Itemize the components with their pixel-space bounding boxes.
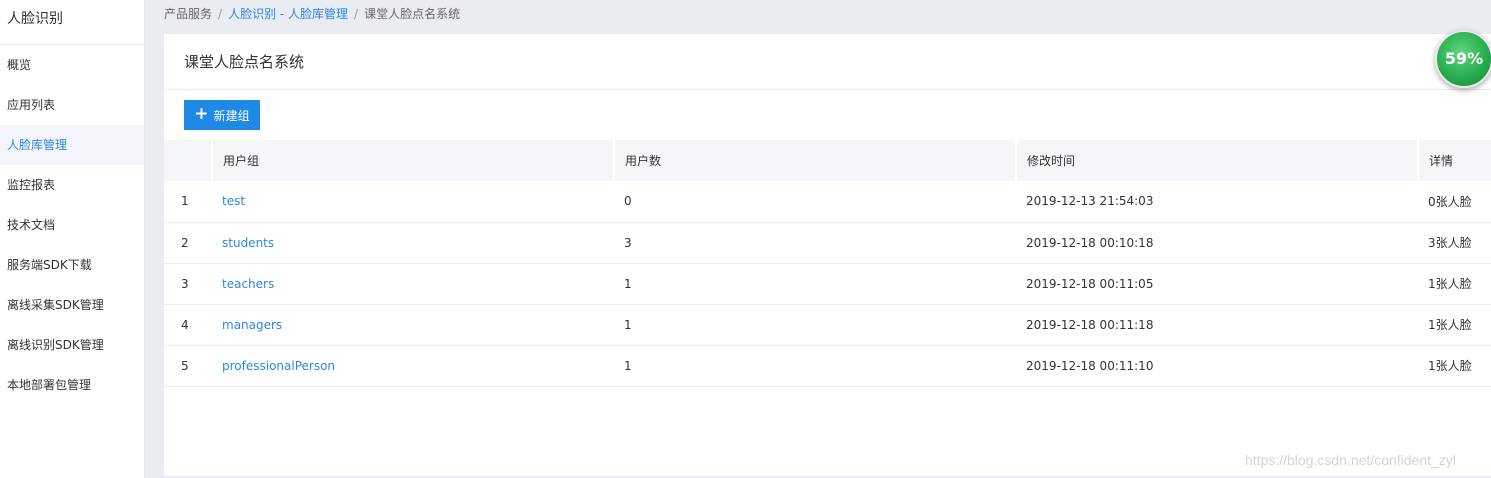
- table-row: 5 professionalPerson 1 2019-12-18 00:11:…: [164, 345, 1491, 387]
- breadcrumb: 产品服务 / 人脸识别 - 人脸库管理 / 课堂人脸点名系统: [164, 0, 460, 28]
- group-link[interactable]: managers: [222, 318, 282, 332]
- new-group-button[interactable]: + 新建组: [184, 100, 260, 130]
- group-link[interactable]: professionalPerson: [222, 359, 335, 373]
- face-detail: 3张人脸: [1418, 222, 1491, 264]
- face-detail: 0张人脸: [1418, 181, 1491, 223]
- group-name-cell: teachers: [212, 263, 614, 305]
- modified-time: 2019-12-18 00:11:18: [1016, 304, 1418, 346]
- group-link[interactable]: students: [222, 236, 274, 250]
- table-row: 2 students 3 2019-12-18 00:10:18 3张人脸: [164, 222, 1491, 264]
- breadcrumb-separator: /: [354, 7, 359, 21]
- modified-time: 2019-12-13 21:54:03: [1016, 181, 1418, 223]
- face-detail: 1张人脸: [1418, 304, 1491, 346]
- group-name-cell: professionalPerson: [212, 345, 614, 387]
- watermark: https://blog.csdn.net/confident_zyl: [1245, 452, 1456, 468]
- user-count: 1: [614, 304, 1016, 346]
- user-count: 1: [614, 263, 1016, 305]
- user-group-table: 用户组 用户数 修改时间 详情 1 test 0 2019-12-13 21:5…: [164, 140, 1491, 387]
- user-count: 1: [614, 345, 1016, 387]
- column-header-detail: 详情: [1417, 140, 1491, 181]
- sidebar-item-monitor-report[interactable]: 监控报表: [0, 165, 144, 205]
- breadcrumb-current: 课堂人脸点名系统: [364, 7, 461, 21]
- modified-time: 2019-12-18 00:11:05: [1016, 263, 1418, 305]
- breadcrumb-root[interactable]: 产品服务: [164, 7, 212, 21]
- table-row: 3 teachers 1 2019-12-18 00:11:05 1张人脸: [164, 263, 1491, 305]
- sidebar: 人脸识别 概览 应用列表 人脸库管理 监控报表 技术文档 服务端SDK下载 离线…: [0, 0, 145, 478]
- breadcrumb-separator: /: [218, 7, 223, 21]
- column-header-group[interactable]: 用户组: [211, 140, 614, 181]
- sidebar-item-local-deploy[interactable]: 本地部署包管理: [0, 365, 144, 405]
- sidebar-title: 人脸识别: [0, 0, 144, 45]
- sidebar-item-face-library[interactable]: 人脸库管理: [0, 125, 144, 165]
- row-index: 3: [164, 263, 212, 305]
- plus-icon: +: [194, 103, 209, 124]
- sidebar-item-overview[interactable]: 概览: [0, 45, 144, 85]
- sidebar-item-offline-capture-sdk[interactable]: 离线采集SDK管理: [0, 285, 144, 325]
- row-index: 1: [164, 181, 212, 223]
- group-name-cell: students: [212, 222, 614, 264]
- modified-time: 2019-12-18 00:10:18: [1016, 222, 1418, 264]
- sidebar-item-offline-recognition-sdk[interactable]: 离线识别SDK管理: [0, 325, 144, 365]
- column-header-modified[interactable]: 修改时间: [1015, 140, 1418, 181]
- table-header-row: 用户组 用户数 修改时间 详情: [164, 140, 1491, 181]
- sidebar-item-server-sdk[interactable]: 服务端SDK下载: [0, 245, 144, 285]
- group-link[interactable]: test: [222, 194, 245, 208]
- row-index: 2: [164, 222, 212, 264]
- progress-badge[interactable]: 59%: [1435, 30, 1491, 88]
- sidebar-item-app-list[interactable]: 应用列表: [0, 85, 144, 125]
- user-count: 0: [614, 181, 1016, 223]
- column-header-count[interactable]: 用户数: [613, 140, 1016, 181]
- table-row: 4 managers 1 2019-12-18 00:11:18 1张人脸: [164, 304, 1491, 346]
- main-panel: 课堂人脸点名系统 + 新建组 用户组 用户数 修改时间 详情 1 test 0 …: [164, 34, 1491, 476]
- row-index: 5: [164, 345, 212, 387]
- group-link[interactable]: teachers: [222, 277, 274, 291]
- group-name-cell: managers: [212, 304, 614, 346]
- row-index: 4: [164, 304, 212, 346]
- sidebar-item-tech-docs[interactable]: 技术文档: [0, 205, 144, 245]
- page-title: 课堂人脸点名系统: [164, 34, 1491, 90]
- face-detail: 1张人脸: [1418, 345, 1491, 387]
- new-group-label: 新建组: [213, 108, 250, 123]
- column-header-index: [164, 140, 212, 181]
- breadcrumb-link[interactable]: 人脸识别 - 人脸库管理: [228, 7, 348, 21]
- group-name-cell: test: [212, 181, 614, 223]
- user-count: 3: [614, 222, 1016, 264]
- table-row: 1 test 0 2019-12-13 21:54:03 0张人脸: [164, 181, 1491, 223]
- face-detail: 1张人脸: [1418, 263, 1491, 305]
- modified-time: 2019-12-18 00:11:10: [1016, 345, 1418, 387]
